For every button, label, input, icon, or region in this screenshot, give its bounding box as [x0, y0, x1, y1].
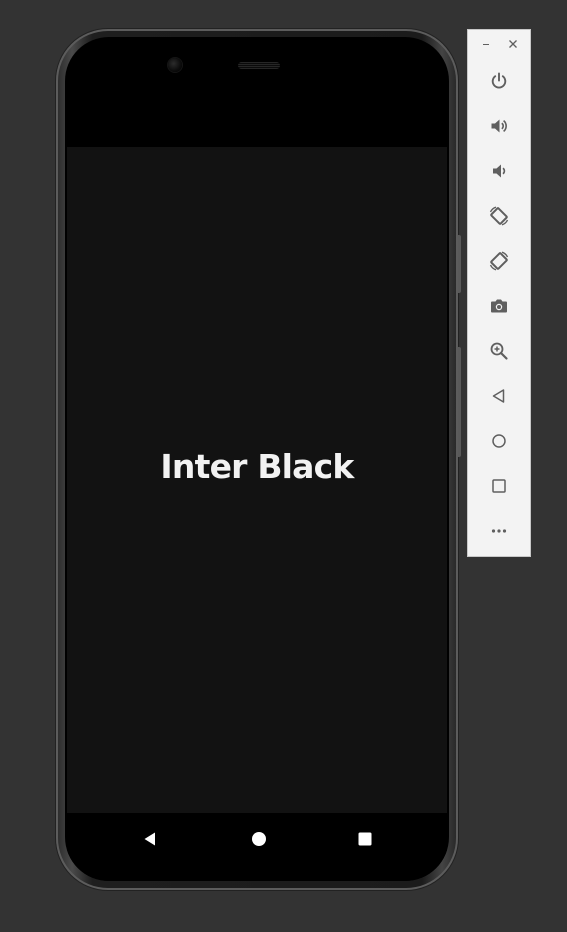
camera-icon [491, 299, 507, 313]
volume-down-icon [493, 164, 506, 178]
app-display-text: Inter Black [160, 446, 354, 486]
rotate-left-icon [489, 206, 509, 226]
volume-down-button[interactable] [484, 156, 514, 186]
toolbar-overview-button[interactable] [484, 471, 514, 501]
volume-side-button [458, 347, 461, 457]
zoom-icon [490, 342, 508, 360]
close-icon [509, 40, 517, 48]
status-bar [67, 85, 447, 147]
rotate-left-button[interactable] [484, 201, 514, 231]
screenshot-button[interactable] [484, 291, 514, 321]
nav-home-button[interactable] [245, 825, 273, 853]
rotate-right-button[interactable] [484, 246, 514, 276]
minimize-icon [483, 44, 489, 45]
back-icon [492, 389, 505, 403]
navigation-bar [67, 813, 447, 881]
nav-recents-button[interactable] [351, 825, 379, 853]
volume-up-button[interactable] [484, 111, 514, 141]
recents-icon [358, 832, 372, 846]
earpiece-speaker [238, 62, 280, 69]
front-camera-icon [168, 58, 182, 72]
nav-back-button[interactable] [136, 825, 164, 853]
phone-emulator: Inter Black [56, 29, 461, 890]
toolbar-back-button[interactable] [484, 381, 514, 411]
zoom-button[interactable] [484, 336, 514, 366]
volume-up-icon [491, 119, 507, 133]
minimize-button[interactable] [478, 36, 494, 52]
power-icon [491, 72, 507, 89]
emulator-toolbar [467, 29, 531, 557]
app-screen: Inter Black [67, 147, 447, 813]
phone-screen-bezel: Inter Black [65, 37, 449, 881]
more-button[interactable] [484, 516, 514, 546]
home-icon [252, 832, 266, 846]
desktop: Inter Black [0, 0, 567, 932]
toolbar-home-button[interactable] [484, 426, 514, 456]
more-icon [491, 529, 507, 533]
close-button[interactable] [505, 36, 521, 52]
back-icon [144, 832, 155, 846]
rotate-right-icon [489, 251, 509, 271]
overview-icon [492, 479, 506, 493]
home-icon [492, 434, 506, 448]
power-side-button [458, 235, 461, 293]
power-button[interactable] [484, 66, 514, 96]
